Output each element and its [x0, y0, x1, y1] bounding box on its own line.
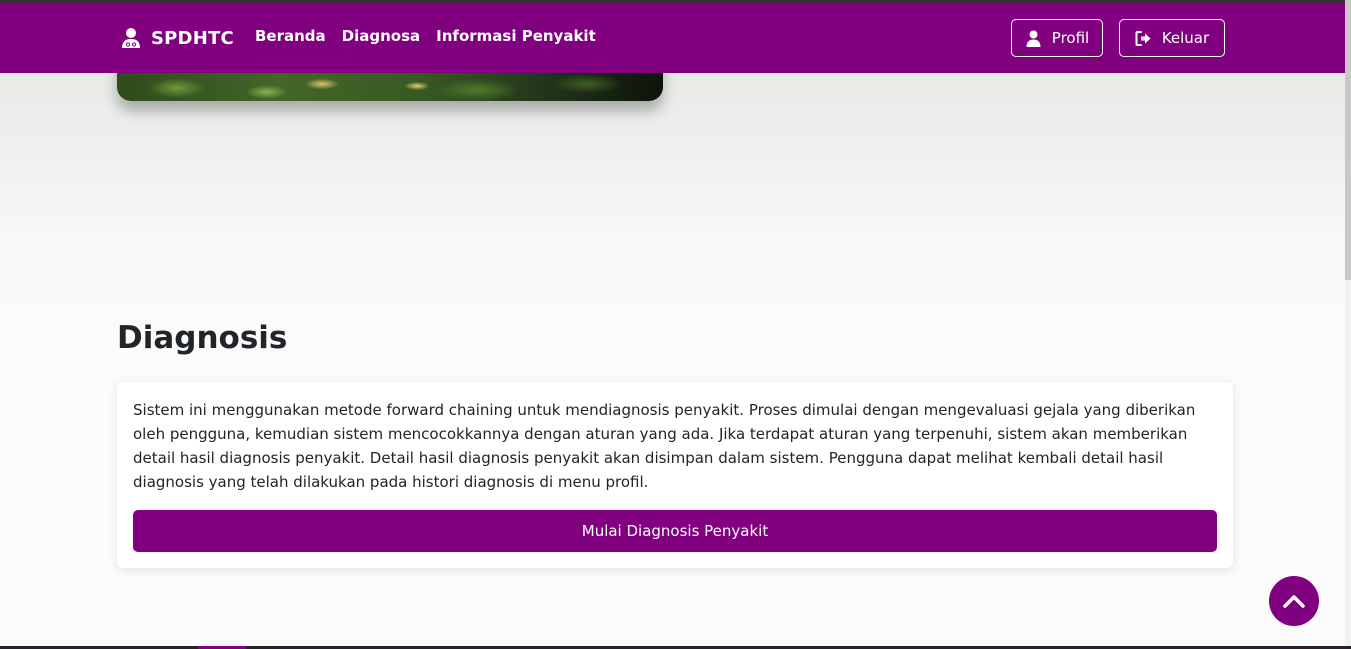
- start-diagnosis-button[interactable]: Mulai Diagnosis Penyakit: [133, 510, 1217, 552]
- scrollbar[interactable]: [1345, 0, 1351, 649]
- diagnosis-card: Sistem ini menggunakan metode forward ch…: [117, 382, 1233, 568]
- nav-links: Beranda Diagnosa Informasi Penyakit: [255, 27, 596, 45]
- nav-link-diagnosa[interactable]: Diagnosa: [342, 27, 421, 45]
- logout-button[interactable]: Keluar: [1119, 19, 1225, 57]
- scrollbar-thumb[interactable]: [1345, 0, 1351, 280]
- start-diagnosis-button-label: Mulai Diagnosis Penyakit: [581, 522, 769, 540]
- brand-logo-link[interactable]: SPDHTC: [121, 25, 234, 51]
- diagnosis-description: Sistem ini menggunakan metode forward ch…: [133, 401, 1196, 491]
- navbar: SPDHTC Beranda Diagnosa Informasi Penyak…: [0, 3, 1345, 73]
- chevron-up-icon: [1283, 595, 1305, 608]
- user-icon: [1026, 30, 1041, 47]
- nav-link-informasi-penyakit[interactable]: Informasi Penyakit: [436, 27, 596, 45]
- nav-link-beranda[interactable]: Beranda: [255, 27, 326, 45]
- section-title: Diagnosis: [117, 320, 288, 356]
- profile-button-label: Profil: [1051, 29, 1090, 47]
- profile-button[interactable]: Profil: [1011, 19, 1103, 57]
- user-doctor-icon: [122, 28, 140, 48]
- page: SPDHTC Beranda Diagnosa Informasi Penyak…: [0, 0, 1351, 649]
- brand-name: SPDHTC: [151, 27, 234, 49]
- scroll-to-top-button[interactable]: [1269, 576, 1319, 626]
- sign-out-icon: [1135, 30, 1151, 46]
- logout-button-label: Keluar: [1161, 29, 1210, 47]
